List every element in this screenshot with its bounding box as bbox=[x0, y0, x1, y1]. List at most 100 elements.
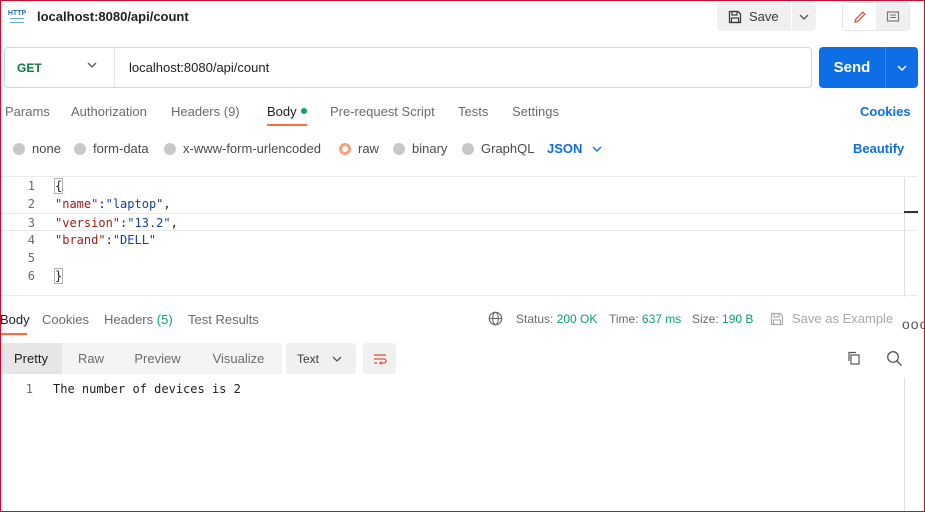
comments-button[interactable] bbox=[876, 3, 909, 30]
code-text: "version":"13.2", bbox=[55, 216, 178, 230]
request-tabs: Params Authorization Headers (9) Body Pr… bbox=[0, 98, 925, 126]
radio-binary[interactable]: binary bbox=[393, 141, 447, 156]
resp-tab-test-results[interactable]: Test Results bbox=[188, 312, 259, 327]
view-tab-raw[interactable]: Raw bbox=[62, 343, 120, 374]
time-value: 637 ms bbox=[641, 312, 682, 326]
http-icon: HTTP bbox=[8, 7, 26, 25]
status-value: 200 OK bbox=[556, 312, 598, 326]
send-options-button[interactable] bbox=[886, 65, 918, 71]
tab-body-label: Body bbox=[267, 104, 297, 119]
comment-icon bbox=[886, 10, 899, 22]
resp-tab-body[interactable]: Body bbox=[0, 312, 30, 327]
copy-icon[interactable] bbox=[846, 350, 862, 366]
headers-count: (5) bbox=[156, 312, 173, 327]
code-line: 5 bbox=[0, 249, 918, 267]
pencil-icon bbox=[853, 10, 866, 23]
line-number: 3 bbox=[27, 216, 35, 230]
save-button[interactable]: Save bbox=[717, 2, 792, 31]
chevron-down-icon bbox=[799, 14, 809, 20]
beautify-link[interactable]: Beautify bbox=[853, 141, 904, 156]
resp-tab-headers-label: Headers bbox=[104, 312, 154, 327]
time-readout: Time: 637 ms bbox=[609, 312, 681, 326]
body-type-selector: none form-data x-www-form-urlencoded raw… bbox=[0, 136, 925, 160]
wrap-lines-button[interactable] bbox=[363, 343, 396, 374]
view-tab-visualize[interactable]: Visualize bbox=[195, 343, 282, 374]
resp-tab-headers[interactable]: Headers (5) bbox=[104, 312, 173, 327]
code-line-current: 3 "version":"13.2", bbox=[0, 213, 918, 231]
json-key: "name" bbox=[55, 197, 99, 211]
tab-pre-request-script[interactable]: Pre-request Script bbox=[330, 104, 435, 119]
raw-format-select[interactable]: JSON bbox=[547, 141, 602, 156]
tab-tests[interactable]: Tests bbox=[458, 104, 488, 119]
radio-none[interactable]: none bbox=[13, 141, 61, 156]
radio-circle bbox=[74, 142, 86, 155]
time-label: Time: bbox=[609, 312, 639, 326]
edit-mode-button[interactable] bbox=[843, 3, 876, 30]
json-key: "version" bbox=[55, 216, 121, 230]
chevron-down-icon bbox=[897, 65, 907, 71]
request-body-editor[interactable]: 1 { 2 "name":"laptop", 3 "version":"13.2… bbox=[0, 176, 918, 297]
editor-scrollbar[interactable] bbox=[904, 177, 905, 297]
globe-icon[interactable] bbox=[488, 311, 503, 326]
tab-params[interactable]: Params bbox=[5, 104, 50, 119]
response-format-label: Text bbox=[297, 351, 320, 366]
line-number: 1 bbox=[25, 382, 33, 396]
code-line: 1 { bbox=[0, 177, 918, 195]
response-view-tabs: Pretty Raw Preview Visualize bbox=[0, 343, 282, 374]
radio-circle bbox=[13, 142, 25, 155]
radio-label: none bbox=[32, 141, 61, 156]
radio-x-www-form-urlencoded[interactable]: x-www-form-urlencoded bbox=[164, 141, 321, 156]
url-input[interactable]: localhost:8080/api/count bbox=[115, 60, 269, 75]
code-line: 6 } bbox=[0, 267, 918, 285]
line-number: 6 bbox=[27, 269, 35, 283]
radio-label: raw bbox=[358, 141, 379, 156]
active-response-tab-underline bbox=[0, 333, 27, 335]
save-as-example-button[interactable]: Save as Example bbox=[770, 311, 893, 326]
tab-authorization[interactable]: Authorization bbox=[71, 104, 147, 119]
radio-raw[interactable]: raw bbox=[339, 141, 379, 156]
response-format-select[interactable]: Text bbox=[286, 343, 356, 374]
send-button[interactable]: Send bbox=[819, 47, 886, 88]
code-line: 2 "name":"laptop", bbox=[0, 195, 918, 213]
resp-tab-cookies[interactable]: Cookies bbox=[42, 312, 89, 327]
method-select[interactable]: GET bbox=[5, 48, 115, 87]
line-number: 2 bbox=[27, 197, 35, 211]
save-options-button[interactable] bbox=[792, 2, 816, 31]
tab-body[interactable]: Body bbox=[267, 104, 307, 119]
code-line: 4 "brand":"DELL" bbox=[0, 231, 918, 249]
more-options-button[interactable]: ooo bbox=[902, 316, 925, 332]
size-readout: Size: 190 B bbox=[692, 312, 753, 326]
code-text: } bbox=[53, 268, 64, 284]
request-title: localhost:8080/api/count bbox=[37, 9, 189, 24]
chevron-down-icon bbox=[87, 62, 97, 68]
editor-mode-toggle bbox=[842, 2, 910, 31]
active-tab-underline bbox=[267, 124, 307, 126]
json-key: "brand" bbox=[55, 233, 106, 247]
chevron-down-icon bbox=[592, 146, 602, 152]
view-tab-pretty[interactable]: Pretty bbox=[0, 343, 62, 374]
tab-headers[interactable]: Headers (9) bbox=[171, 104, 240, 119]
save-icon bbox=[728, 10, 742, 23]
editor-scroll-marker bbox=[904, 211, 918, 213]
line-number: 4 bbox=[27, 233, 35, 247]
response-text: The number of devices is 2 bbox=[53, 382, 241, 396]
radio-graphql[interactable]: GraphQL bbox=[462, 141, 534, 156]
tab-settings[interactable]: Settings bbox=[512, 104, 559, 119]
raw-format-label: JSON bbox=[547, 141, 583, 156]
radio-label: binary bbox=[412, 141, 448, 156]
view-tab-preview[interactable]: Preview bbox=[120, 343, 195, 374]
response-scrollbar[interactable] bbox=[904, 378, 905, 512]
status-readout: Status: 200 OK bbox=[516, 312, 597, 326]
save-as-example-label: Save as Example bbox=[792, 311, 894, 326]
line-number: 5 bbox=[27, 251, 35, 265]
json-sep: : bbox=[105, 233, 113, 247]
search-icon[interactable] bbox=[886, 350, 903, 367]
send-button-group: Send bbox=[819, 47, 918, 88]
json-end: , bbox=[163, 197, 171, 211]
cookies-link[interactable]: Cookies bbox=[860, 104, 911, 119]
radio-form-data[interactable]: form-data bbox=[74, 141, 149, 156]
radio-label: form-data bbox=[93, 141, 149, 156]
method-label: GET bbox=[17, 60, 42, 75]
response-body-line: 1 The number of devices is 2 bbox=[0, 380, 900, 398]
title-bar: HTTP localhost:8080/api/count Save bbox=[0, 0, 925, 34]
